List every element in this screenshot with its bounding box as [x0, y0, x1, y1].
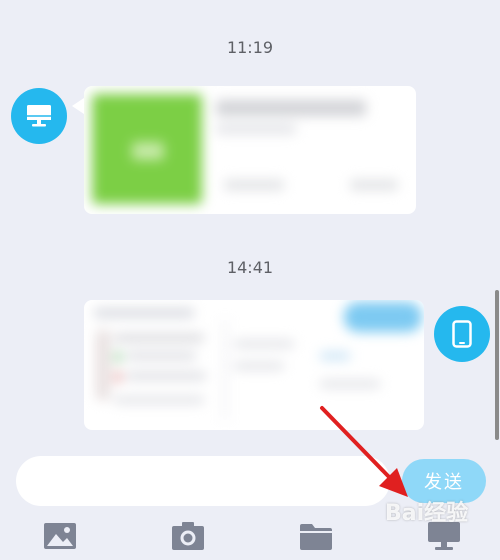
- file-message-bubble[interactable]: [84, 86, 416, 214]
- message-input[interactable]: [16, 456, 390, 506]
- image-icon: [44, 523, 76, 549]
- camera-button[interactable]: [170, 520, 206, 552]
- image-button[interactable]: [42, 520, 78, 552]
- camera-icon: [172, 522, 204, 550]
- scrollbar[interactable]: [495, 290, 499, 440]
- blurred-screenshot-image: [84, 300, 424, 430]
- monitor-icon: [27, 105, 51, 127]
- watermark: Bai经验: [385, 501, 469, 526]
- image-message-bubble[interactable]: [84, 300, 424, 430]
- file-thumbnail: [92, 94, 202, 204]
- blurred-file-card: [84, 86, 416, 214]
- phone-icon: [452, 320, 472, 348]
- desktop-avatar[interactable]: [11, 88, 67, 144]
- message-timestamp: 14:41: [226, 258, 274, 277]
- folder-icon: [300, 524, 332, 550]
- message-timestamp: 11:19: [226, 38, 274, 57]
- folder-button[interactable]: [298, 520, 334, 552]
- bubble-tail: [72, 98, 84, 114]
- phone-avatar[interactable]: [434, 306, 490, 362]
